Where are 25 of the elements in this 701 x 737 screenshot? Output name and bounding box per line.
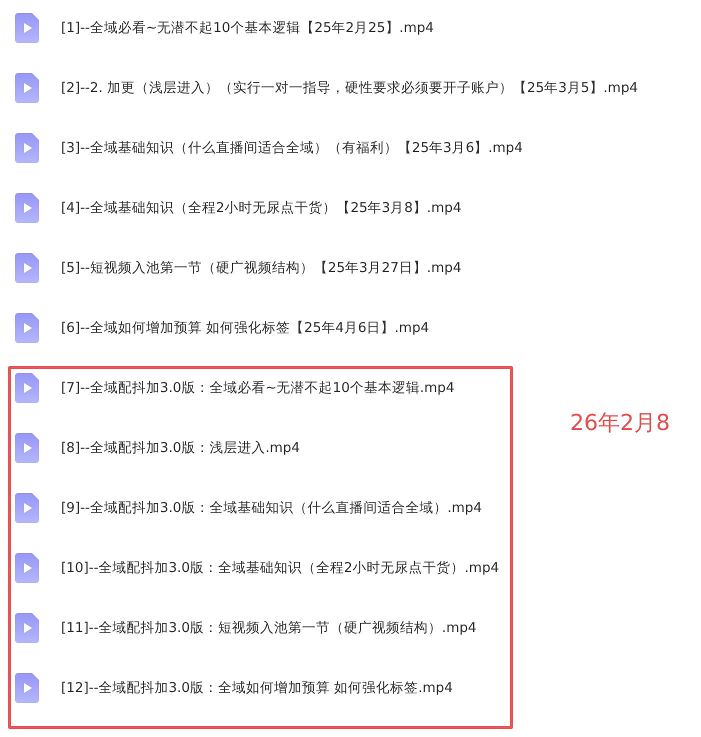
video-file-icon <box>15 13 39 43</box>
file-name[interactable]: [7]--全域配抖加3.0版：全域必看~无潜不起10个基本逻辑.mp4 <box>61 379 454 397</box>
file-name[interactable]: [8]--全域配抖加3.0版：浅层进入.mp4 <box>61 439 300 457</box>
file-name[interactable]: [2]--2. 加更（浅层进入）（实行一对一指导，硬性要求必须要开子账户）【25年3月5】.mp4 <box>61 79 638 97</box>
video-file-icon <box>15 73 39 103</box>
video-file-icon <box>15 553 39 583</box>
video-file-icon <box>15 313 39 343</box>
file-name[interactable]: [11]--全域配抖加3.0版：短视频入池第一节（硬广视频结构）.mp4 <box>61 619 477 637</box>
file-name[interactable]: [10]--全域配抖加3.0版：全域基础知识（全程2小时无尿点干货）.mp4 <box>61 559 500 577</box>
file-name[interactable]: [3]--全域基础知识（什么直播间适合全域）（有福利）【25年3月6】.mp4 <box>61 139 523 157</box>
video-file-icon <box>15 493 39 523</box>
video-file-icon <box>15 133 39 163</box>
file-name[interactable]: [1]--全域必看~无潜不起10个基本逻辑【25年2月25】.mp4 <box>61 19 434 37</box>
video-file-icon <box>15 193 39 223</box>
video-file-icon <box>15 673 39 703</box>
file-name[interactable]: [12]--全域配抖加3.0版：全域如何增加预算 如何强化标签.mp4 <box>61 679 453 697</box>
video-file-icon <box>15 253 39 283</box>
file-name[interactable]: [4]--全域基础知识（全程2小时无尿点干货）【25年3月8】.mp4 <box>61 199 462 217</box>
file-name[interactable]: [6]--全域如何增加预算 如何强化标签【25年4月6日】.mp4 <box>61 319 430 337</box>
video-file-icon <box>15 613 39 643</box>
file-name[interactable]: [5]--短视频入池第一节（硬广视频结构）【25年3月27日】.mp4 <box>61 259 462 277</box>
video-file-icon <box>15 373 39 403</box>
file-name[interactable]: [9]--全域配抖加3.0版：全域基础知识（什么直播间适合全域）.mp4 <box>61 499 482 517</box>
annotation-note: 26年2月8 <box>570 410 670 438</box>
video-file-icon <box>15 433 39 463</box>
